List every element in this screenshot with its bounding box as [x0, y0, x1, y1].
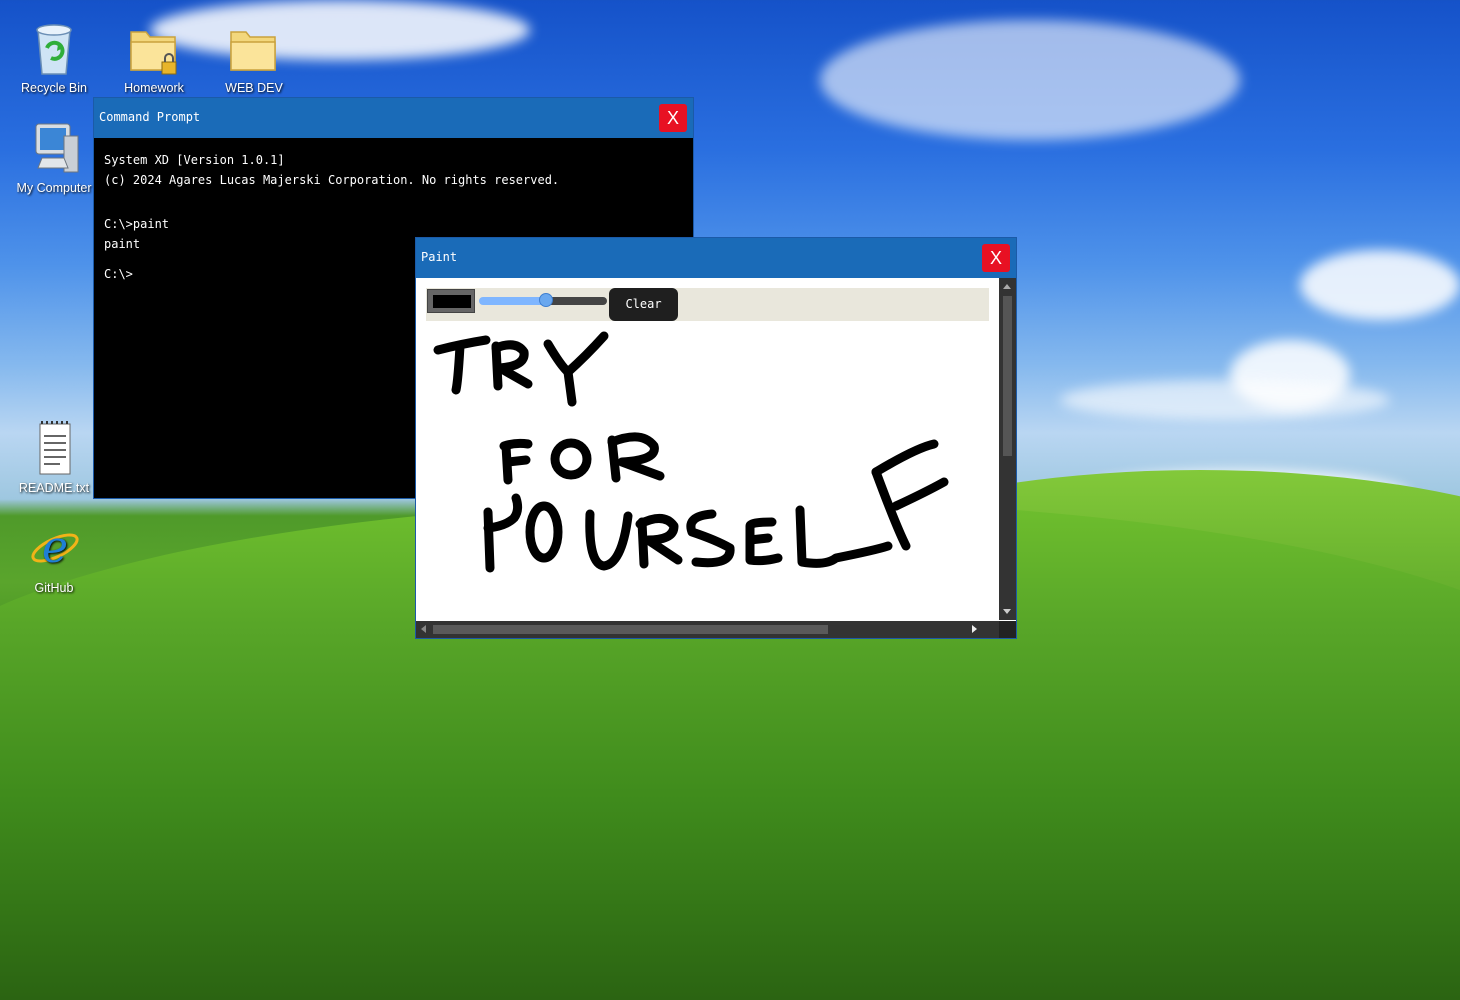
- slider-thumb[interactable]: [538, 293, 553, 307]
- horizontal-scroll-thumb[interactable]: [433, 625, 828, 634]
- vertical-scrollbar[interactable]: [999, 278, 1016, 620]
- desktop-icon-label: GitHub: [34, 581, 74, 595]
- desktop-icon-label: WEB DEV: [225, 81, 283, 95]
- desktop-icon-github[interactable]: e GitHub: [14, 518, 94, 595]
- scrollbar-corner: [999, 621, 1016, 638]
- horizontal-scrollbar[interactable]: [416, 621, 999, 638]
- computer-icon: [28, 118, 80, 178]
- cmd-line: [104, 190, 683, 214]
- scroll-up-icon[interactable]: [1003, 284, 1011, 289]
- cmd-line: (c) 2024 Agares Lucas Majerski Corporati…: [104, 173, 560, 187]
- desktop-icon-web-dev[interactable]: WEB DEV: [214, 18, 294, 95]
- clear-button[interactable]: Clear: [609, 288, 678, 321]
- desktop-icon-label: Recycle Bin: [21, 81, 87, 95]
- desktop-icon-my-computer[interactable]: My Computer: [14, 118, 94, 195]
- desktop-icon-label: My Computer: [16, 181, 92, 195]
- window-title: Paint: [421, 250, 458, 264]
- window-title: Command Prompt: [99, 110, 201, 124]
- close-button[interactable]: X: [982, 244, 1010, 272]
- brush-size-slider[interactable]: [479, 293, 607, 307]
- drawing-canvas[interactable]: [416, 326, 999, 620]
- current-color-swatch: [433, 295, 471, 308]
- vertical-scroll-thumb[interactable]: [1003, 296, 1012, 456]
- desktop-icon-homework[interactable]: Homework: [114, 18, 194, 95]
- desktop-icon-readme[interactable]: README.txt: [14, 418, 94, 495]
- paint-toolbar: Clear: [426, 288, 989, 321]
- desktop-icon-recycle-bin[interactable]: Recycle Bin: [14, 18, 94, 95]
- folder-icon: [228, 18, 280, 78]
- paint-window: Paint X Clear: [416, 238, 1016, 638]
- color-picker[interactable]: [427, 289, 475, 313]
- paint-body: Clear: [416, 278, 1016, 638]
- cmd-titlebar[interactable]: Command Prompt X: [94, 98, 693, 138]
- scroll-left-icon[interactable]: [421, 625, 426, 633]
- paint-titlebar[interactable]: Paint X: [416, 238, 1016, 278]
- scroll-down-icon[interactable]: [1003, 609, 1011, 614]
- close-button[interactable]: X: [659, 104, 687, 132]
- desktop-icon-label: Homework: [124, 81, 184, 95]
- notepad-icon: [28, 418, 80, 478]
- cmd-line: System XD [Version 1.0.1]: [104, 153, 285, 167]
- internet-explorer-icon: e: [28, 518, 80, 578]
- recycle-bin-icon: [28, 18, 80, 78]
- cmd-line: C:\>paint: [104, 217, 170, 231]
- scroll-right-icon[interactable]: [972, 625, 977, 633]
- desktop-icon-label: README.txt: [18, 481, 90, 495]
- svg-text:e: e: [42, 522, 68, 573]
- locked-folder-icon: [128, 18, 180, 78]
